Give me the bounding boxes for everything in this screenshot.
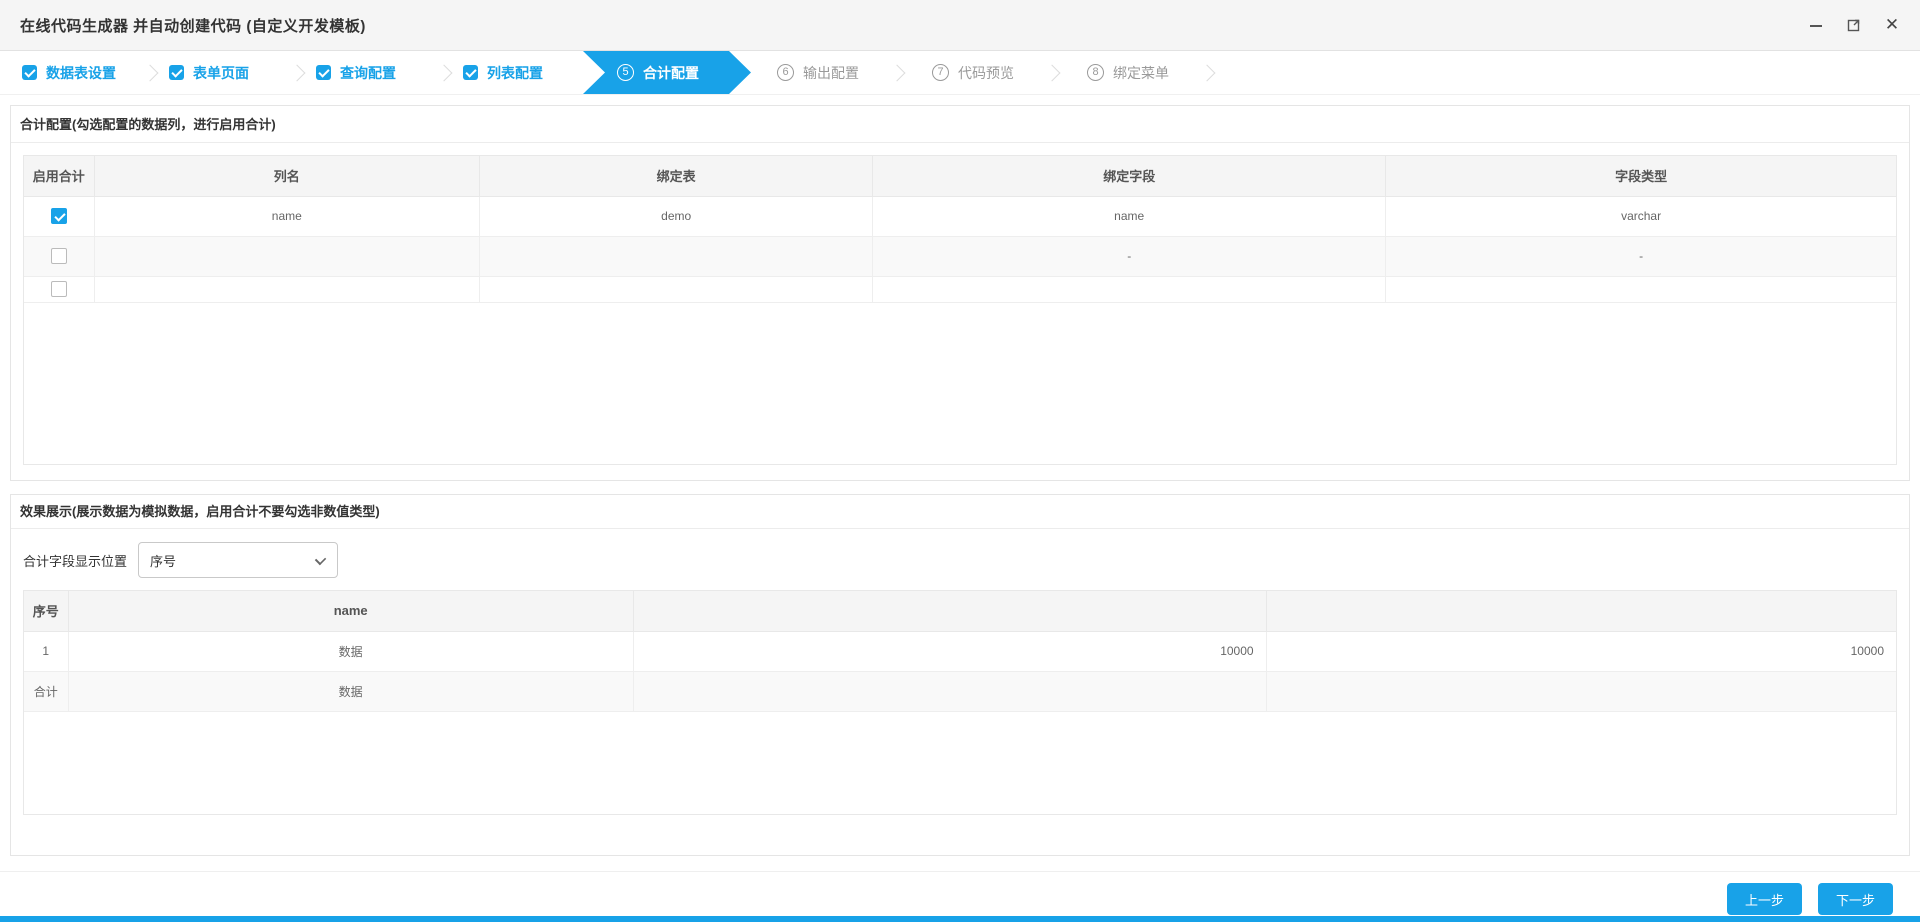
chevron-down-icon: [314, 553, 327, 566]
footer-buttons: 上一步 下一步: [1726, 883, 1893, 915]
bottom-accent-strip: [0, 916, 1920, 922]
selected-value: 序号: [150, 553, 177, 569]
cell-field-type: -: [1385, 236, 1896, 277]
cell-index: 1: [24, 631, 69, 672]
check-square-icon: [169, 65, 184, 80]
step-list-config[interactable]: 列表配置: [453, 51, 583, 94]
col-blank: [633, 591, 1267, 632]
step-bind-menu[interactable]: 8 绑定菜单: [1061, 51, 1199, 94]
col-name: name: [68, 591, 634, 632]
check-square-icon: [463, 65, 478, 80]
sum-config-panel: 合计配置(勾选配置的数据列，进行启用合计) 启用合计 列名 绑定表 绑定字段 字…: [10, 105, 1910, 481]
check-square-icon: [316, 65, 331, 80]
prev-step-button[interactable]: 上一步: [1726, 883, 1802, 915]
cell-name: 数据: [68, 631, 634, 672]
cell-col-name: [94, 236, 481, 277]
cell-bind-field: [872, 276, 1387, 303]
col-field-type: 字段类型: [1385, 156, 1896, 197]
table-row: - -: [24, 236, 1896, 277]
step-separator-icon: [1044, 51, 1061, 94]
col-blank: [1266, 591, 1896, 632]
step-form-page[interactable]: 表单页面: [159, 51, 289, 94]
col-index: 序号: [24, 591, 69, 632]
cell-field-type: [1385, 276, 1896, 303]
enable-sum-checkbox[interactable]: [50, 248, 67, 264]
step-output-config[interactable]: 6 输出配置: [751, 51, 889, 94]
sum-position-label: 合计字段显示位置: [23, 553, 128, 569]
table-row: name demo name varchar: [24, 196, 1896, 237]
cell-bind-table: [479, 236, 874, 277]
enable-sum-checkbox[interactable]: [50, 281, 67, 297]
step-number-icon: 7: [932, 64, 949, 81]
step-separator-icon: [289, 51, 306, 94]
table-row-total: 合计 数据: [24, 671, 1896, 712]
table-row: [24, 276, 1896, 303]
table-row: 1 数据 10000 10000: [24, 631, 1896, 672]
cell-col-name: name: [94, 196, 481, 237]
step-sum-config-current[interactable]: 5 合计配置: [583, 51, 751, 94]
col-bind-table: 绑定表: [479, 156, 874, 197]
enable-sum-checkbox[interactable]: [50, 208, 67, 224]
col-name: 列名: [94, 156, 481, 197]
cell-value: [1266, 671, 1896, 712]
step-separator-icon: [142, 51, 159, 94]
titlebar: 在线代码生成器 并自动创建代码 (自定义开发模板) ✕: [0, 0, 1920, 51]
cell-bind-field: name: [872, 196, 1387, 237]
code-generator-window: 在线代码生成器 并自动创建代码 (自定义开发模板) ✕ 数据表设置 表单页面 查…: [0, 0, 1920, 922]
cell-value: [633, 671, 1267, 712]
cell-value: 10000: [1266, 631, 1896, 672]
table-header-row: 序号 name: [24, 591, 1896, 632]
sum-position-select[interactable]: 序号: [138, 542, 339, 578]
step-datatable[interactable]: 数据表设置: [12, 51, 142, 94]
cell-col-name: [94, 276, 481, 303]
step-code-preview[interactable]: 7 代码预览: [906, 51, 1044, 94]
step-separator-icon: [889, 51, 906, 94]
cell-bind-table: [479, 276, 874, 303]
window-controls: ✕: [1808, 16, 1900, 33]
maximize-icon[interactable]: [1846, 17, 1862, 33]
step-number-icon: 8: [1087, 64, 1104, 81]
next-step-button[interactable]: 下一步: [1817, 883, 1893, 915]
close-icon[interactable]: ✕: [1884, 16, 1900, 33]
step-separator-icon: [1199, 51, 1216, 94]
preview-panel-title: 效果展示(展示数据为模拟数据，启用合计不要勾选非数值类型): [11, 495, 1909, 529]
table-header-row: 启用合计 列名 绑定表 绑定字段 字段类型: [24, 156, 1896, 197]
minimize-icon[interactable]: [1808, 17, 1824, 33]
cell-index: 合计: [24, 671, 69, 712]
col-bind-field: 绑定字段: [872, 156, 1387, 197]
col-enable-sum: 启用合计: [24, 156, 95, 197]
cell-value: 10000: [633, 631, 1267, 672]
step-number-icon: 5: [617, 64, 634, 81]
sum-config-table: 启用合计 列名 绑定表 绑定字段 字段类型 name demo name var…: [23, 155, 1897, 465]
cell-field-type: varchar: [1385, 196, 1896, 237]
sum-config-panel-title: 合计配置(勾选配置的数据列，进行启用合计): [11, 106, 1909, 143]
footer-divider: [0, 871, 1920, 872]
step-separator-icon: [436, 51, 453, 94]
step-number-icon: 6: [777, 64, 794, 81]
step-wizard: 数据表设置 表单页面 查询配置 列表配置 5 合计配置 6 输出配置 7 代码预…: [0, 51, 1920, 95]
cell-name: 数据: [68, 671, 634, 712]
cell-bind-table: demo: [479, 196, 874, 237]
preview-panel: 效果展示(展示数据为模拟数据，启用合计不要勾选非数值类型) 合计字段显示位置 序…: [10, 494, 1910, 856]
window-title: 在线代码生成器 并自动创建代码 (自定义开发模板): [20, 17, 366, 35]
check-square-icon: [22, 65, 37, 80]
step-query-config[interactable]: 查询配置: [306, 51, 436, 94]
cell-bind-field: -: [872, 236, 1387, 277]
preview-table: 序号 name 1 数据 10000 10000 合计 数据: [23, 590, 1897, 815]
sum-position-row: 合计字段显示位置 序号: [23, 542, 1909, 578]
